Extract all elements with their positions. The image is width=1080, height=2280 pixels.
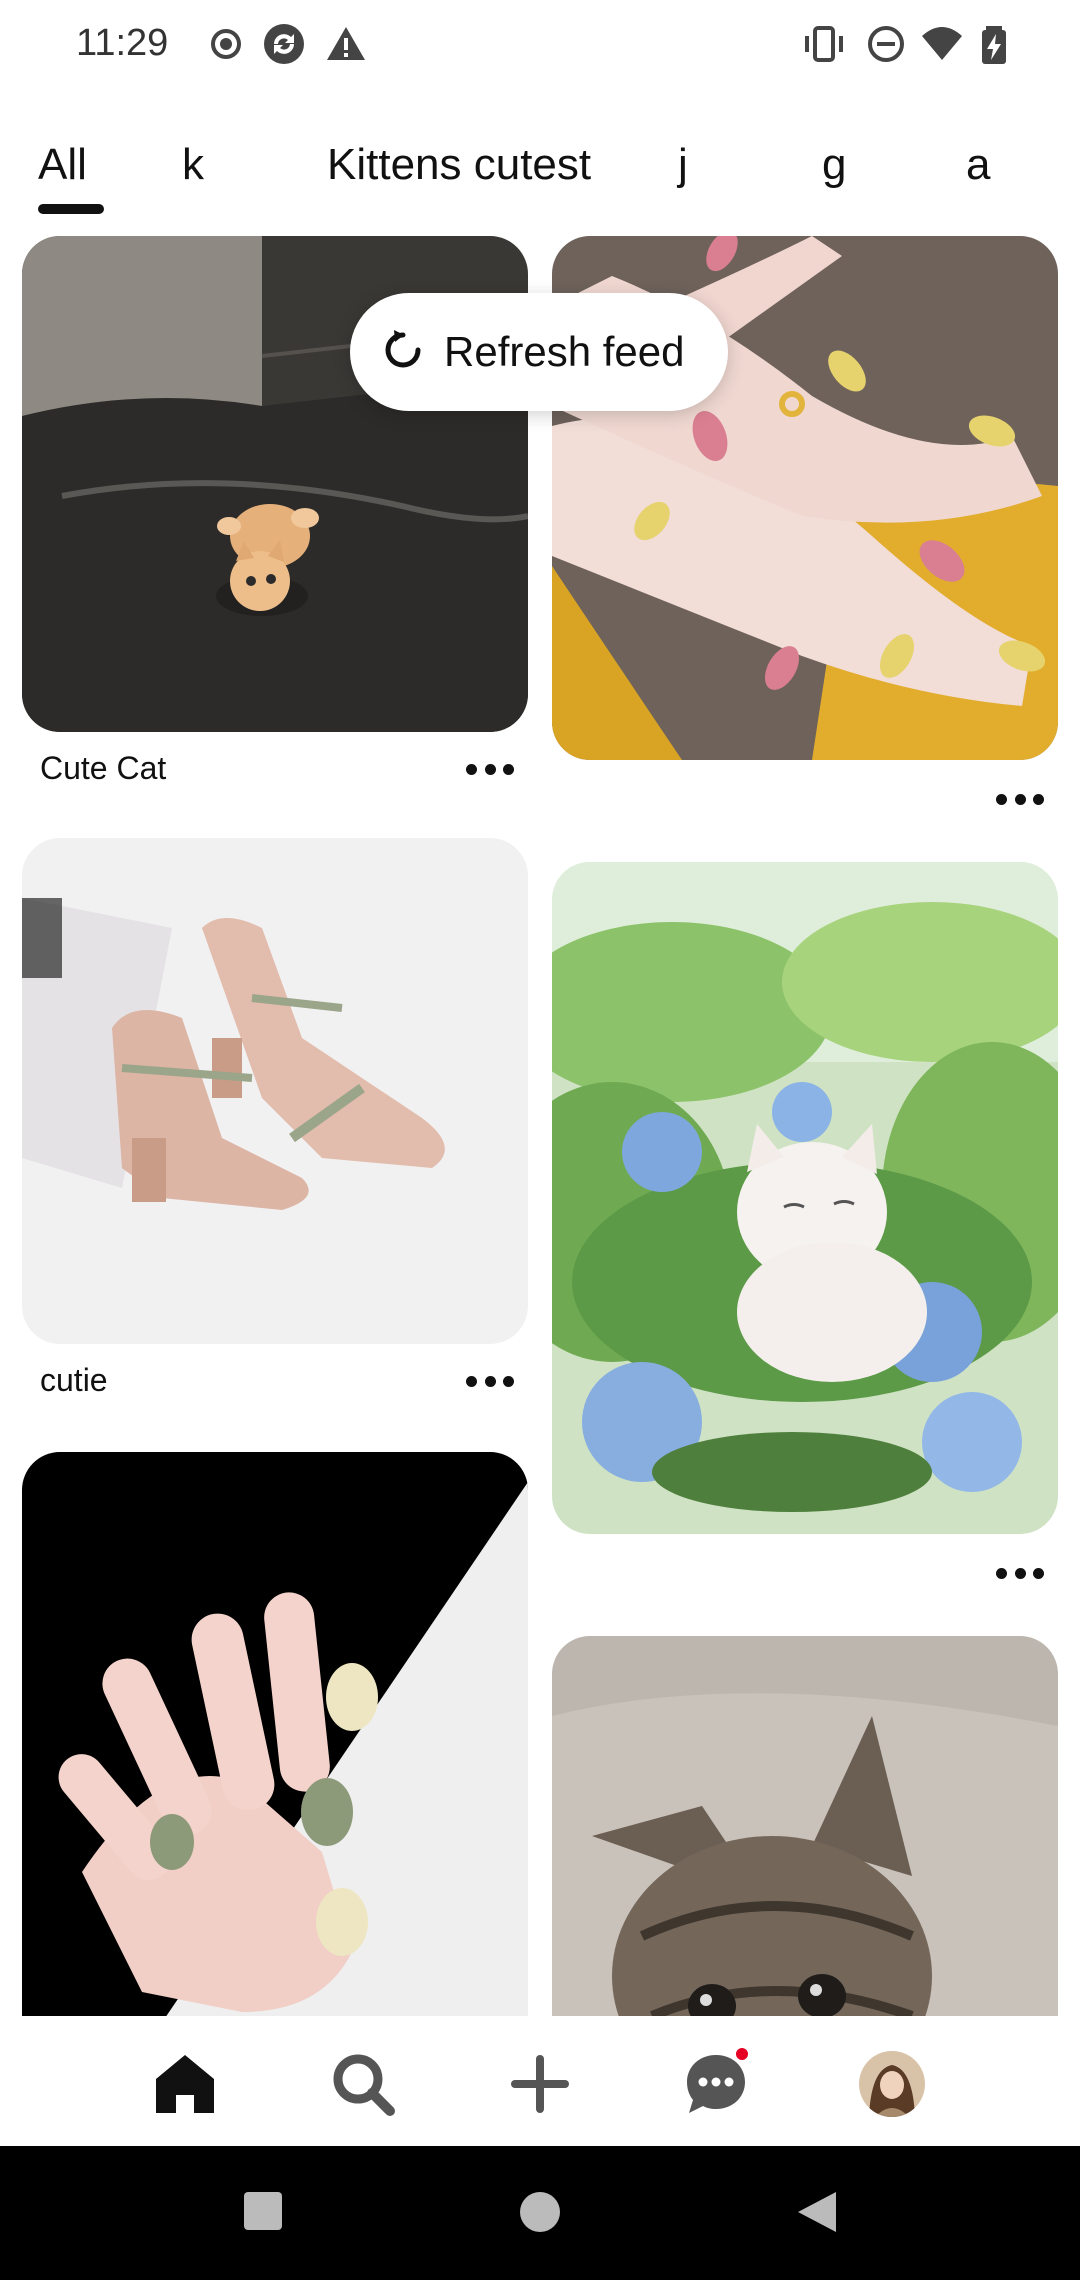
pin-image-cat-hydrangeas[interactable] (552, 862, 1058, 1534)
pin-title[interactable]: cutie (40, 1362, 108, 1399)
pin-feed[interactable]: Cute Cat cutie (0, 236, 1080, 2016)
record-icon (204, 22, 248, 66)
pin-image-cutie[interactable] (22, 838, 528, 1344)
more-options-icon[interactable] (990, 1558, 1050, 1588)
refresh-icon (380, 327, 426, 378)
tab-a[interactable]: a (966, 140, 990, 190)
tab-g[interactable]: g (822, 140, 846, 190)
more-options-icon[interactable] (990, 784, 1050, 814)
battery-charging-icon (972, 22, 1016, 66)
recents-icon[interactable] (242, 2190, 284, 2237)
pin-image-tabby-kitten[interactable] (552, 1636, 1058, 2016)
wifi-icon (920, 22, 964, 66)
create-icon[interactable] (500, 2044, 580, 2124)
search-icon[interactable] (323, 2044, 403, 2124)
more-options-icon[interactable] (460, 1366, 520, 1396)
vibrate-icon (802, 22, 846, 66)
pin-image-green-nails[interactable] (22, 1452, 528, 2016)
back-icon[interactable] (796, 2190, 838, 2239)
bottom-nav (0, 2016, 1080, 2146)
system-navigation-bar (0, 2146, 1080, 2280)
refresh-feed-button[interactable]: Refresh feed (350, 293, 728, 411)
tab-k[interactable]: k (182, 140, 204, 190)
tab-j[interactable]: j (678, 140, 688, 190)
board-tabs: All k Kittens cutest j g a (0, 140, 1080, 220)
refresh-label: Refresh feed (444, 328, 685, 375)
more-options-icon[interactable] (460, 754, 520, 784)
warning-icon (324, 22, 368, 66)
tab-kittens-cutest[interactable]: Kittens cutest (327, 140, 591, 190)
sync-icon (262, 22, 306, 66)
notification-dot (734, 2046, 750, 2062)
status-time: 11:29 (76, 22, 169, 64)
active-tab-indicator (38, 204, 104, 214)
tab-all[interactable]: All (38, 140, 87, 190)
profile-avatar[interactable] (852, 2044, 932, 2124)
home-icon[interactable] (145, 2044, 225, 2124)
pin-title[interactable]: Cute Cat (40, 750, 166, 787)
home-button-icon[interactable] (518, 2190, 562, 2239)
messages-icon[interactable] (676, 2044, 756, 2124)
dnd-icon (864, 22, 908, 66)
status-bar: 11:29 (0, 0, 1080, 88)
